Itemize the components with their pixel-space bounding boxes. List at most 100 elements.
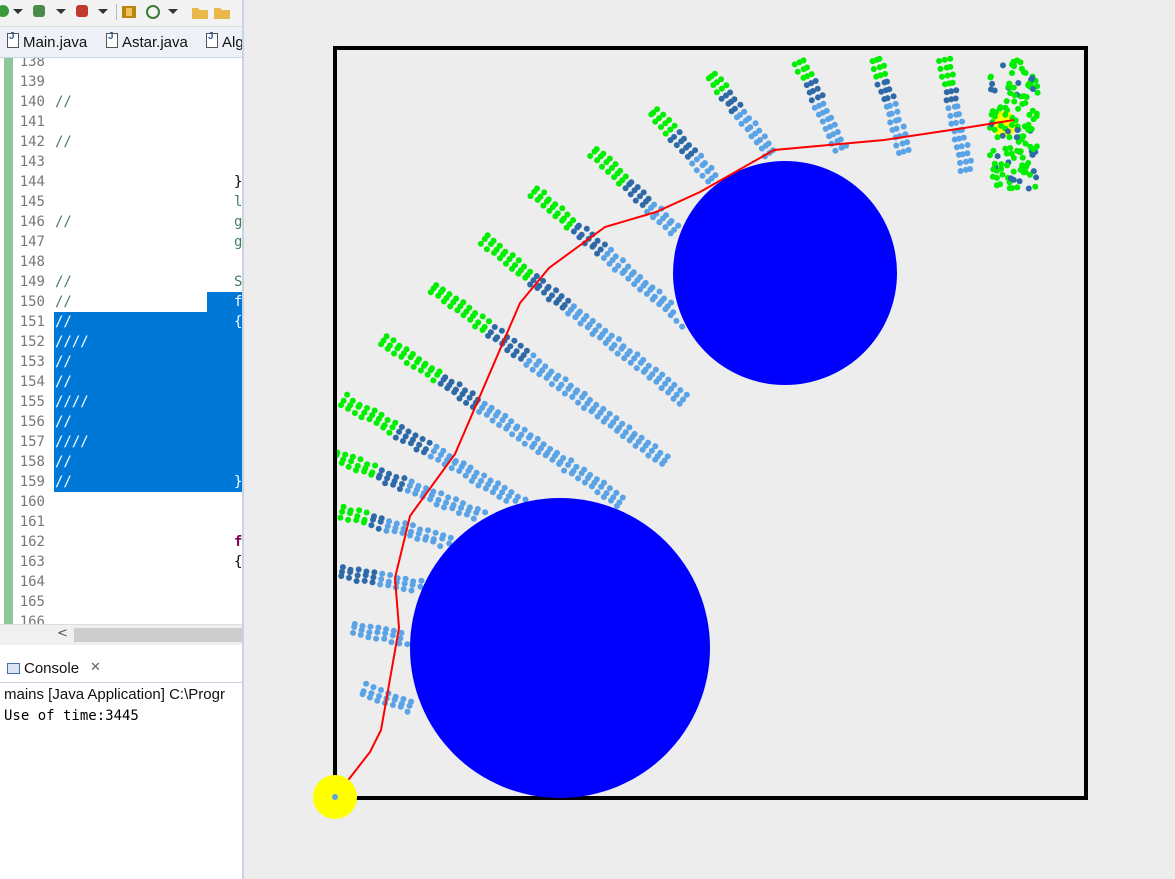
explored-node [467, 316, 474, 323]
explored-node [753, 139, 760, 146]
explored-node [953, 111, 960, 118]
explored-node [365, 634, 372, 641]
explored-node [373, 635, 380, 642]
scroll-left-icon[interactable]: < [57, 626, 68, 641]
explored-node [404, 487, 411, 494]
explored-node [1008, 122, 1015, 128]
explored-node [632, 442, 639, 449]
explored-node [892, 117, 899, 124]
explored-node [476, 408, 483, 415]
explored-node [1002, 104, 1009, 111]
explored-node [598, 483, 605, 490]
explored-node [943, 97, 950, 104]
explored-node [949, 71, 956, 78]
scroll-thumb[interactable] [74, 628, 243, 642]
explored-node [676, 400, 683, 407]
explored-node [639, 202, 646, 208]
explored-node [1006, 134, 1013, 141]
explored-node [437, 543, 444, 550]
explored-node [418, 577, 425, 584]
explored-node [409, 522, 416, 529]
explored-node [734, 114, 740, 121]
explored-node [400, 586, 407, 592]
explored-node [337, 514, 344, 521]
line-number: 166 [19, 614, 45, 624]
explored-node [937, 65, 944, 72]
code-editor[interactable]: 138 139 140//141 142//143 144} 145 l 146//g 147 g… [0, 58, 243, 624]
explored-node [990, 147, 997, 154]
explored-node [581, 479, 588, 486]
explored-node [648, 111, 655, 118]
explored-node [351, 410, 358, 416]
explored-node [640, 368, 647, 375]
tab-astar-java[interactable]: Astar.java [106, 31, 188, 51]
console-tab[interactable]: Console ✕ [0, 656, 243, 683]
explored-node [1003, 98, 1010, 105]
explored-node [1011, 92, 1018, 99]
explored-node [878, 88, 885, 95]
toolbar-icons[interactable] [0, 2, 243, 24]
explored-node [377, 581, 384, 588]
explored-node [385, 582, 392, 589]
explored-node [579, 394, 586, 401]
explored-node [458, 504, 465, 511]
explored-node [545, 296, 552, 303]
explored-node [620, 257, 626, 264]
explored-node [482, 509, 489, 516]
explored-node [594, 157, 601, 164]
coverage-icon [76, 5, 108, 17]
tab-main-java[interactable]: Main.java [7, 31, 87, 51]
explored-node [407, 532, 413, 539]
explored-node [619, 433, 626, 440]
explored-node [351, 623, 358, 630]
explored-node [619, 270, 626, 276]
explored-node [679, 148, 686, 155]
code-comment: // [55, 474, 72, 490]
explored-node [357, 456, 364, 463]
explored-node [568, 470, 575, 477]
java-file-icon [106, 31, 118, 48]
explored-node [570, 228, 577, 235]
line-number: 147 [19, 234, 45, 250]
explored-node [451, 389, 458, 396]
explored-node [588, 483, 595, 490]
explored-node [819, 118, 826, 125]
explored-node [667, 230, 674, 237]
explored-node [1026, 80, 1033, 87]
tab-alg[interactable]: Alg [206, 31, 243, 51]
explored-node [379, 570, 386, 577]
explored-node [456, 468, 463, 474]
explored-node [479, 313, 486, 320]
explored-node [601, 241, 608, 248]
explored-node [699, 172, 706, 179]
line-number: 157 [19, 434, 45, 450]
explored-node [890, 93, 897, 100]
explored-node [998, 161, 1005, 168]
explored-node [386, 429, 393, 436]
explored-node [1011, 63, 1017, 70]
tab-label: Alg [222, 34, 243, 51]
explored-node [561, 390, 568, 397]
explored-node [673, 142, 680, 149]
explored-node [594, 413, 601, 420]
explored-node [948, 120, 955, 127]
console-icon [7, 663, 20, 674]
close-icon[interactable]: ✕ [90, 660, 101, 675]
explored-node [553, 299, 560, 306]
explored-node [370, 574, 377, 581]
line-number: 164 [19, 574, 45, 590]
java-file-icon [7, 31, 19, 48]
explored-node [391, 696, 398, 703]
selection-highlight [54, 352, 243, 372]
explored-node [345, 516, 352, 523]
explored-node [483, 411, 490, 418]
code-comment: // [55, 414, 72, 430]
code-comment: // [55, 294, 72, 310]
code-comment: // [55, 94, 72, 110]
explored-node [693, 156, 700, 163]
explored-node [362, 572, 369, 579]
horizontal-scrollbar[interactable]: < [0, 624, 243, 645]
explored-node [488, 241, 494, 247]
explored-node [407, 354, 414, 361]
explored-node [652, 456, 659, 463]
